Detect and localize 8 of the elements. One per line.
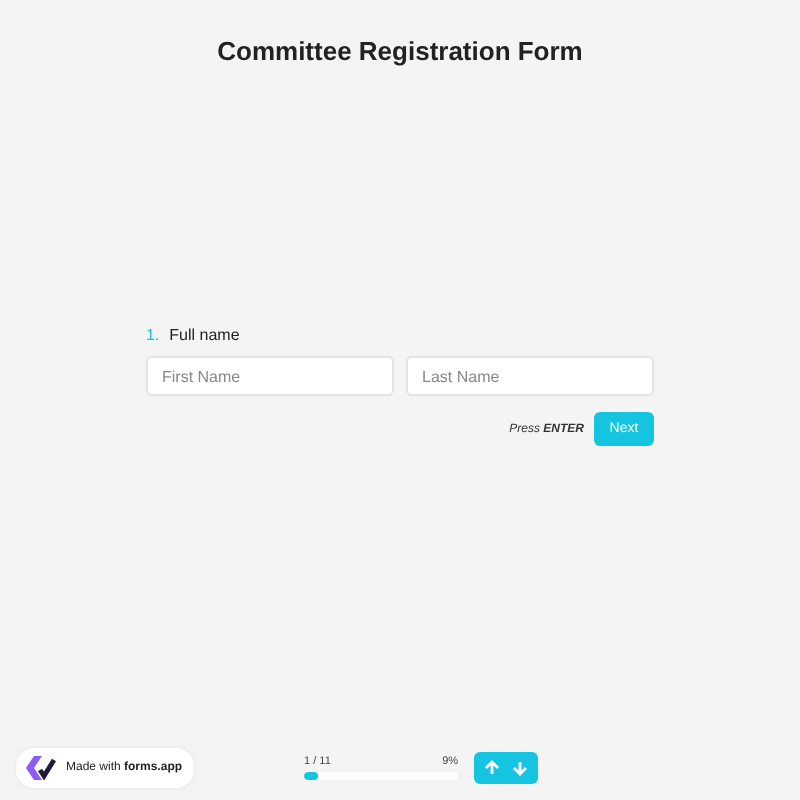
down-arrow-icon [512,760,529,776]
input-field[interactable]: Last Name [406,356,654,396]
input-field[interactable]: First Name [146,356,394,396]
question-number: 1. [146,326,160,344]
form-title: Committee Registration Form [217,36,583,66]
question-label: Full name [169,326,240,344]
up-arrow-icon [484,760,501,776]
logo-icon [24,754,56,782]
